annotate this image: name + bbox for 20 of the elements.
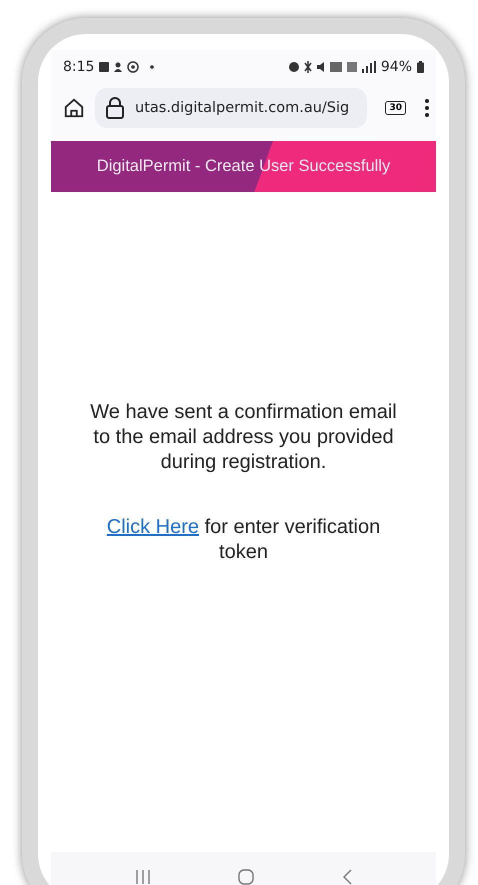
mute-icon [316,62,325,72]
confirmation-message: We have sent a confirmation email to the email address you provided during registration. [89,400,398,475]
header-title: DigitalPermit - Create User Successfully [96,157,390,176]
status-time: 8:15 [63,59,94,75]
bluetooth-icon [304,61,312,73]
dot-icon [150,65,154,69]
battery-percentage: 94% [380,59,412,75]
recent-apps-icon[interactable] [134,870,151,884]
person-icon [114,62,122,72]
address-bar[interactable]: utas.digitalpermit.com.au/Sig [95,88,368,128]
home-button-icon[interactable] [238,869,254,885]
battery-icon [417,61,424,73]
click-here-link[interactable]: Click Here [106,516,200,538]
signal-icon [362,61,376,73]
verification-text: for enter verification token [204,516,380,563]
lock-icon [105,97,125,119]
home-icon[interactable] [63,97,85,119]
more-options-icon[interactable] [424,98,430,118]
back-icon[interactable] [342,869,352,885]
tab-count-button[interactable]: 30 [385,101,406,115]
